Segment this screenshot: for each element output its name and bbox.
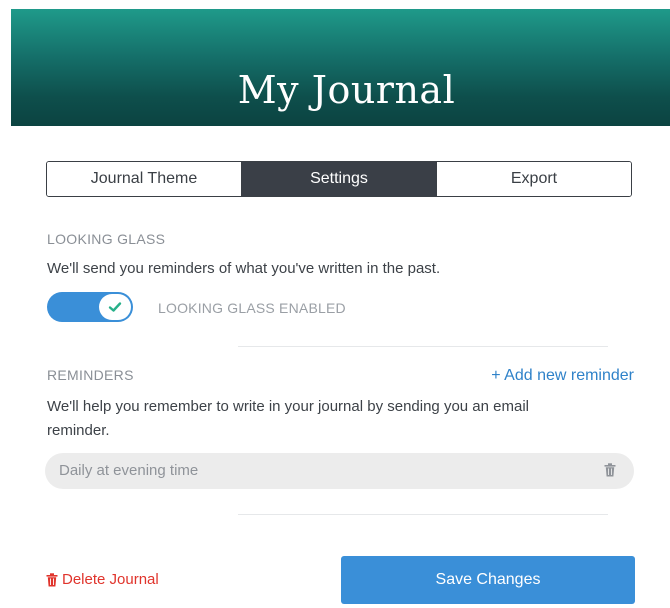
delete-journal-button[interactable]: Delete Journal (46, 571, 159, 588)
header-banner: My Journal (11, 9, 670, 126)
footer-divider (238, 514, 608, 515)
check-icon (108, 302, 122, 312)
looking-glass-toggle[interactable] (47, 292, 133, 322)
reminders-description-line1: We'll help you remember to write in your… (47, 398, 529, 415)
looking-glass-section-label: LOOKING GLASS (47, 231, 166, 247)
section-divider (238, 346, 608, 347)
toggle-knob (99, 294, 131, 320)
reminder-label: Daily at evening time (59, 462, 199, 479)
reminder-item[interactable]: Daily at evening time (45, 453, 634, 489)
tab-bar: Journal Theme Settings Export (46, 161, 632, 197)
reminders-section-label: REMINDERS (47, 367, 134, 383)
add-reminder-link[interactable]: + Add new reminder (491, 367, 634, 385)
trash-icon[interactable] (604, 463, 616, 477)
tab-export[interactable]: Export (436, 162, 631, 196)
trash-icon (46, 572, 58, 586)
tab-settings[interactable]: Settings (241, 162, 436, 196)
tab-journal-theme[interactable]: Journal Theme (47, 162, 241, 196)
looking-glass-toggle-label: LOOKING GLASS ENABLED (158, 300, 346, 316)
delete-journal-label: Delete Journal (62, 571, 159, 588)
journal-settings-page: My Journal Journal Theme Settings Export… (0, 0, 670, 608)
looking-glass-description: We'll send you reminders of what you've … (47, 260, 441, 277)
page-title: My Journal (237, 68, 456, 112)
reminders-description-line2: reminder. (47, 422, 110, 439)
save-changes-button[interactable]: Save Changes (341, 556, 635, 604)
